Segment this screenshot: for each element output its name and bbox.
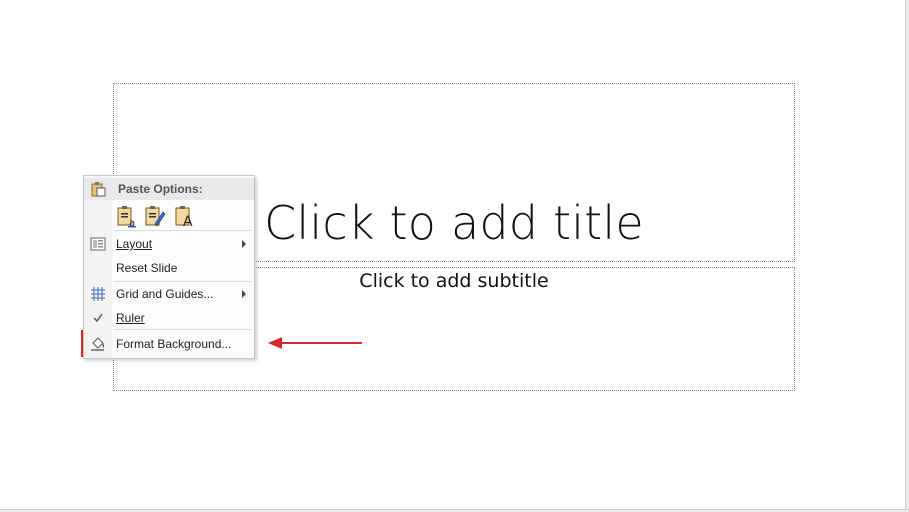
- menu-item-layout-label: Layout: [116, 237, 153, 251]
- annotation-arrow: [268, 337, 362, 349]
- menu-item-reset-slide-label: Reset Slide: [116, 261, 178, 275]
- menu-item-grid-and-guides[interactable]: Grid and Guides...: [84, 283, 254, 305]
- grid-icon: [90, 286, 106, 302]
- submenu-arrow-icon: [242, 240, 246, 248]
- menu-item-layout[interactable]: Layout: [84, 233, 254, 255]
- menu-separator: [114, 230, 252, 231]
- menu-item-grid-and-guides-label: Grid and Guides...: [116, 287, 214, 301]
- menu-separator: [114, 329, 252, 330]
- checkmark-icon: [90, 310, 106, 326]
- menu-item-reset-slide[interactable]: Reset Slide: [84, 257, 254, 279]
- layout-icon: [90, 236, 106, 252]
- context-menu: Paste Options: a A Layout Reset Slide Gr…: [83, 175, 255, 359]
- paste-options-label: Paste Options:: [118, 182, 203, 196]
- paste-options-header: Paste Options:: [84, 178, 254, 200]
- paint-bucket-icon: [90, 336, 106, 352]
- menu-item-format-background[interactable]: Format Background...: [84, 333, 254, 355]
- submenu-arrow-icon: [242, 290, 246, 298]
- paste-keep-text-only-icon[interactable]: A: [174, 204, 196, 230]
- menu-item-ruler[interactable]: Ruler: [84, 307, 254, 329]
- slide-canvas-edge-right: [905, 0, 909, 512]
- menu-separator: [114, 281, 252, 282]
- paste-icons-row: a A: [114, 204, 234, 230]
- paste-keep-source-formatting-icon[interactable]: [144, 204, 166, 228]
- svg-text:A: A: [183, 214, 193, 228]
- menu-item-format-background-label: Format Background...: [116, 337, 232, 351]
- paste-use-destination-theme-icon[interactable]: a: [116, 204, 138, 229]
- menu-item-ruler-label: Ruler: [116, 311, 145, 325]
- clipboard-icon: [90, 181, 106, 197]
